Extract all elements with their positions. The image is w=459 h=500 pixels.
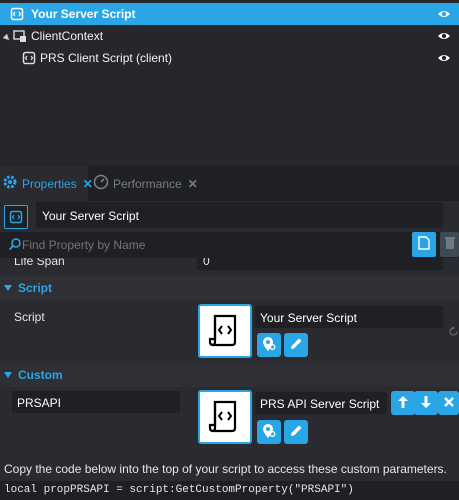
- edit-script-button[interactable]: [284, 333, 308, 357]
- locate-asset-button[interactable]: [257, 420, 281, 444]
- hierarchy-item-clientcontext[interactable]: ClientContext: [0, 25, 459, 47]
- remove-property-button[interactable]: [438, 391, 459, 415]
- move-down-button[interactable]: [414, 391, 438, 415]
- object-name-field[interactable]: Your Server Script: [36, 202, 443, 228]
- search-input[interactable]: [22, 234, 402, 256]
- section-header-script[interactable]: Script: [0, 276, 459, 300]
- code-snippet-box[interactable]: local propPRSAPI = script:GetCustomPrope…: [0, 481, 459, 500]
- script-thumbnail[interactable]: [198, 390, 252, 444]
- delete-property-button[interactable]: [440, 232, 459, 257]
- pencil-icon: [289, 337, 303, 354]
- help-text: Copy the code below into the top of your…: [4, 462, 447, 476]
- tab-performance[interactable]: Performance ✕: [91, 166, 198, 201]
- script-scroll-icon: [207, 398, 243, 437]
- map-pin-search-icon: [261, 423, 277, 442]
- script-asset-value: Your Server Script: [260, 311, 357, 325]
- collapse-arrow-icon: [4, 368, 12, 382]
- client-context-icon: [13, 29, 27, 46]
- edit-script-button[interactable]: [284, 420, 308, 444]
- panel-tab-bar: Properties ✕ Performance ✕: [0, 166, 459, 201]
- hierarchy-item-label: Your Server Script: [31, 7, 136, 21]
- collapse-arrow-icon: [4, 281, 12, 295]
- custom-asset-field[interactable]: PRS API Server Script: [255, 392, 387, 414]
- property-value: 0: [203, 258, 210, 268]
- move-up-button[interactable]: [391, 391, 415, 415]
- hierarchy-item-prs-client-script[interactable]: PRS Client Script (client): [0, 47, 459, 69]
- arrow-up-icon: [397, 395, 409, 412]
- hierarchy-item-label: ClientContext: [31, 29, 104, 43]
- close-icon[interactable]: ✕: [188, 177, 198, 191]
- script-icon: [4, 205, 28, 229]
- object-name-value: Your Server Script: [42, 209, 139, 223]
- trash-icon: [444, 236, 456, 253]
- tab-label: Properties: [22, 176, 77, 191]
- eye-icon[interactable]: [437, 30, 451, 45]
- tab-label: Performance: [113, 176, 182, 191]
- script-icon: [22, 51, 36, 68]
- eye-icon[interactable]: [437, 52, 451, 67]
- eye-icon[interactable]: [437, 8, 451, 23]
- hierarchy-panel: Your Server Script ClientContext PRS Cli…: [0, 0, 459, 166]
- gear-icon: [2, 174, 18, 193]
- arrow-down-icon: [420, 395, 432, 412]
- map-pin-search-icon: [261, 336, 277, 355]
- custom-asset-value: PRS API Server Script: [260, 397, 380, 411]
- gauge-icon: [93, 174, 109, 193]
- locate-asset-button[interactable]: [257, 333, 281, 357]
- section-title: Script: [18, 281, 53, 295]
- expand-arrow-icon[interactable]: [2, 31, 11, 45]
- reset-icon[interactable]: [448, 326, 459, 340]
- close-icon: [443, 396, 455, 411]
- tab-properties[interactable]: Properties ✕: [0, 166, 93, 201]
- section-title: Custom: [18, 368, 63, 382]
- property-label: Life Span: [14, 258, 65, 268]
- life-span-field[interactable]: 0: [197, 258, 443, 270]
- hierarchy-item-label: PRS Client Script (client): [40, 51, 173, 65]
- property-label: PRSAPI: [17, 396, 62, 410]
- property-label: Script: [14, 310, 45, 324]
- script-scroll-icon: [207, 312, 243, 351]
- custom-property-name-field[interactable]: PRSAPI: [12, 391, 180, 413]
- property-row-life-span: Life Span 0: [0, 258, 459, 272]
- section-header-custom[interactable]: Custom: [0, 363, 459, 387]
- document-icon: [418, 236, 430, 253]
- search-icon: [8, 237, 22, 254]
- script-icon: [10, 7, 24, 24]
- script-asset-field[interactable]: Your Server Script: [255, 306, 443, 328]
- pencil-icon: [289, 424, 303, 441]
- code-snippet-text: local propPRSAPI = script:GetCustomPrope…: [4, 484, 354, 496]
- new-property-button[interactable]: [412, 232, 436, 257]
- script-thumbnail[interactable]: [198, 304, 252, 358]
- hierarchy-item-your-server-script[interactable]: Your Server Script: [0, 3, 459, 25]
